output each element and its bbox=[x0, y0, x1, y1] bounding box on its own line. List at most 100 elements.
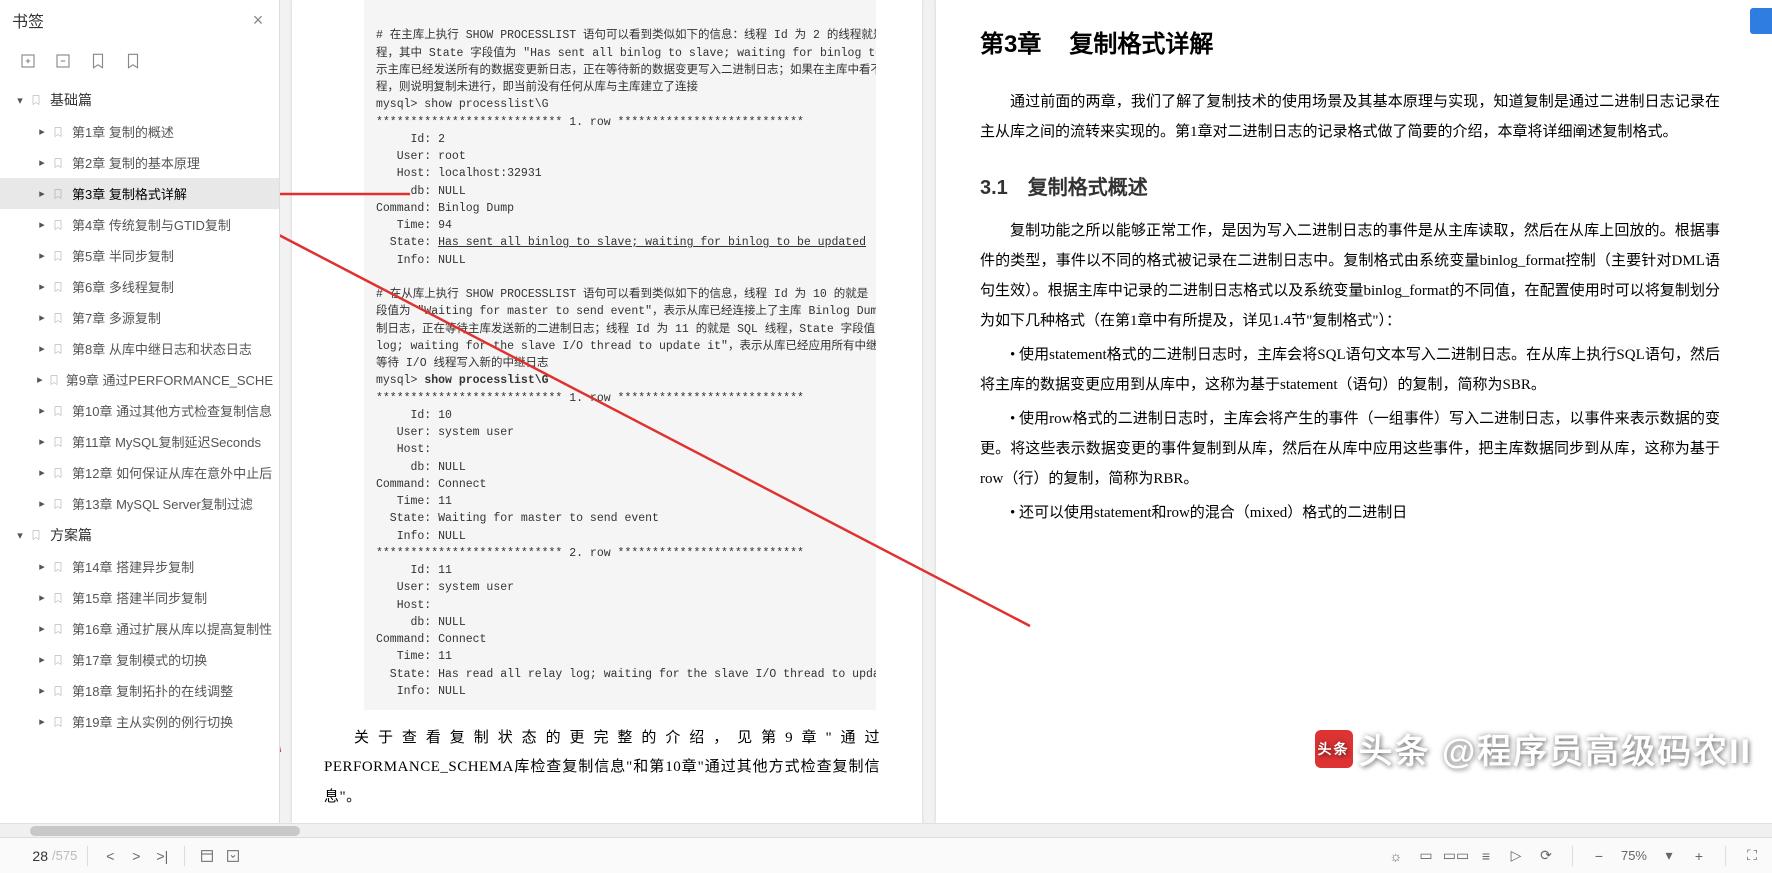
tree-label: 第13章 MySQL Server复制过滤 bbox=[72, 494, 253, 513]
close-icon[interactable]: × bbox=[249, 10, 267, 31]
brightness-icon[interactable]: ☼ bbox=[1384, 844, 1408, 868]
tree-item[interactable]: ▸第16章 通过扩展从库以提高复制性 bbox=[0, 613, 279, 644]
code-line: *************************** 1. row *****… bbox=[376, 116, 804, 129]
code-line: Host: bbox=[376, 443, 431, 456]
tool-button[interactable] bbox=[221, 844, 245, 868]
tool-button[interactable] bbox=[195, 844, 219, 868]
layout-double-icon[interactable]: ▭▭ bbox=[1444, 844, 1468, 868]
next-page-button[interactable]: > bbox=[124, 844, 148, 868]
code-line: *************************** 1. row *****… bbox=[376, 392, 804, 405]
tree-item[interactable]: ▸第8章 从库中继日志和状态日志 bbox=[0, 333, 279, 364]
tree-item[interactable]: ▸第7章 多源复制 bbox=[0, 302, 279, 333]
code-comment: 示主库已经发送所有的数据变更新日志，正在等待新的数据变更写入二进制日志；如果在主… bbox=[376, 64, 876, 77]
fullscreen-icon[interactable]: ⛶ bbox=[1740, 844, 1764, 868]
bookmark-icon bbox=[30, 528, 44, 542]
tree-section[interactable]: ▾基础篇 bbox=[0, 84, 279, 116]
tree-item[interactable]: ▸第19章 主从实例的例行切换 bbox=[0, 706, 279, 737]
code-line: db: NULL bbox=[376, 616, 466, 629]
last-page-button[interactable]: >| bbox=[150, 844, 174, 868]
tree-label: 第11章 MySQL复制延迟Seconds bbox=[72, 432, 261, 451]
code-line: Time: 11 bbox=[376, 650, 452, 663]
expand-icon[interactable] bbox=[18, 51, 38, 71]
code-line: Time: 94 bbox=[376, 219, 452, 232]
sidebar-toolbar bbox=[0, 41, 279, 80]
code-line: Id: 11 bbox=[376, 564, 452, 577]
tree-section[interactable]: ▾方案篇 bbox=[0, 519, 279, 551]
bookmark-icon bbox=[52, 560, 66, 574]
code-comment: log; waiting for the slave I/O thread to… bbox=[376, 340, 876, 353]
code-line: Time: 11 bbox=[376, 495, 452, 508]
tree-label: 第15章 搭建半同步复制 bbox=[72, 588, 207, 607]
prev-page-button[interactable]: < bbox=[98, 844, 122, 868]
layout-continuous-icon[interactable]: ≡ bbox=[1474, 844, 1498, 868]
tree-item[interactable]: ▸第15章 搭建半同步复制 bbox=[0, 582, 279, 613]
code-line: User: root bbox=[376, 150, 466, 163]
bookmark-icon bbox=[52, 684, 66, 698]
tree-item[interactable]: ▸第5章 半同步复制 bbox=[0, 240, 279, 271]
page-number-input[interactable] bbox=[8, 846, 50, 866]
tree-item[interactable]: ▸第11章 MySQL复制延迟Seconds bbox=[0, 426, 279, 457]
code-line: mysql> bbox=[376, 374, 424, 387]
bookmark-icon bbox=[52, 466, 66, 480]
bookmark-icon bbox=[30, 93, 44, 107]
code-line: User: system user bbox=[376, 581, 514, 594]
collapse-icon[interactable] bbox=[53, 51, 73, 71]
tree-item[interactable]: ▸第18章 复制拓扑的在线调整 bbox=[0, 675, 279, 706]
code-line: Command: Connect bbox=[376, 478, 486, 491]
code-line: State: bbox=[376, 236, 431, 249]
tree-item[interactable]: ▸第3章 复制格式详解 bbox=[0, 178, 279, 209]
code-line: db: NULL bbox=[376, 461, 466, 474]
tree-item[interactable]: ▸第4章 传统复制与GTID复制 bbox=[0, 209, 279, 240]
horizontal-scrollbar[interactable] bbox=[0, 823, 1772, 837]
bottom-toolbar: /575 < > >| ☼ ▭ ▭▭ ≡ ▷ ⟳ − 75% ▾ + ⛶ bbox=[0, 837, 1772, 873]
bookmark-icon bbox=[52, 187, 66, 201]
tree-item[interactable]: ▸第2章 复制的基本原理 bbox=[0, 147, 279, 178]
play-icon[interactable]: ▷ bbox=[1504, 844, 1528, 868]
zoom-out-button[interactable]: − bbox=[1587, 844, 1611, 868]
side-tab[interactable] bbox=[1750, 8, 1772, 34]
zoom-in-button[interactable]: + bbox=[1687, 844, 1711, 868]
bookmark-icon bbox=[52, 125, 66, 139]
bookmark-icon bbox=[52, 622, 66, 636]
bookmark-icon bbox=[52, 280, 66, 294]
tree-label: 第7章 多源复制 bbox=[72, 308, 161, 327]
code-comment: 制日志，正在等待主库发送新的二进制日志；线程 Id 为 11 的就是 SQL 线… bbox=[376, 323, 876, 336]
bookmark-icon bbox=[52, 249, 66, 263]
bookmark-icon bbox=[52, 218, 66, 232]
code-line: db: NULL bbox=[376, 185, 466, 198]
tree-item[interactable]: ▸第10章 通过其他方式检查复制信息 bbox=[0, 395, 279, 426]
rotate-icon[interactable]: ⟳ bbox=[1534, 844, 1558, 868]
bookmark-icon bbox=[52, 715, 66, 729]
tree-item[interactable]: ▸第17章 复制模式的切换 bbox=[0, 644, 279, 675]
tree-item[interactable]: ▸第9章 通过PERFORMANCE_SCHE bbox=[0, 364, 279, 395]
tree-item[interactable]: ▸第13章 MySQL Server复制过滤 bbox=[0, 488, 279, 519]
bookmark-icon bbox=[52, 404, 66, 418]
code-line: Id: 10 bbox=[376, 409, 452, 422]
tree-label: 第17章 复制模式的切换 bbox=[72, 650, 207, 669]
tree-item[interactable]: ▸第14章 搭建异步复制 bbox=[0, 551, 279, 582]
bookmark-icon[interactable] bbox=[88, 51, 108, 71]
code-comment: 段值为 "Waiting for master to send event"，表… bbox=[376, 305, 876, 318]
code-line: *************************** 2. row *****… bbox=[376, 547, 804, 560]
code-line: Info: NULL bbox=[376, 530, 466, 543]
code-comment: 程，其中 State 字段值为 "Has sent all binlog to … bbox=[376, 47, 876, 60]
tree-label: 第14章 搭建异步复制 bbox=[72, 557, 194, 576]
code-line: show processlist\G bbox=[424, 374, 548, 387]
bookmark-icon bbox=[52, 497, 66, 511]
code-comment: 等待 I/O 线程写入新的中继日志 bbox=[376, 357, 549, 370]
scrollbar-thumb[interactable] bbox=[30, 826, 300, 836]
tree-label: 第9章 通过PERFORMANCE_SCHE bbox=[66, 370, 273, 389]
code-comment: # 在主库上执行 SHOW PROCESSLIST 语句可以看到类似如下的信息：… bbox=[376, 29, 876, 42]
bullet-item: • 使用row格式的二进制日志时，主库会将产生的事件（一组事件）写入二进制日志，… bbox=[980, 404, 1720, 494]
tree-item[interactable]: ▸第12章 如何保证从库在意外中止后 bbox=[0, 457, 279, 488]
body-paragraph: 关于查看复制状态的更完整的介绍，见第9章"通过PERFORMANCE_SCHEM… bbox=[324, 724, 880, 812]
code-line: mysql> show processlist\G bbox=[376, 98, 549, 111]
tree-item[interactable]: ▸第1章 复制的概述 bbox=[0, 116, 279, 147]
layout-single-icon[interactable]: ▭ bbox=[1414, 844, 1438, 868]
tree-item[interactable]: ▸第6章 多线程复制 bbox=[0, 271, 279, 302]
bookmark-alt-icon[interactable] bbox=[123, 51, 143, 71]
code-line: Info: NULL bbox=[376, 685, 466, 698]
tree-label: 第18章 复制拓扑的在线调整 bbox=[72, 681, 233, 700]
tree-label: 第10章 通过其他方式检查复制信息 bbox=[72, 401, 272, 420]
zoom-dropdown-icon[interactable]: ▾ bbox=[1657, 844, 1681, 868]
